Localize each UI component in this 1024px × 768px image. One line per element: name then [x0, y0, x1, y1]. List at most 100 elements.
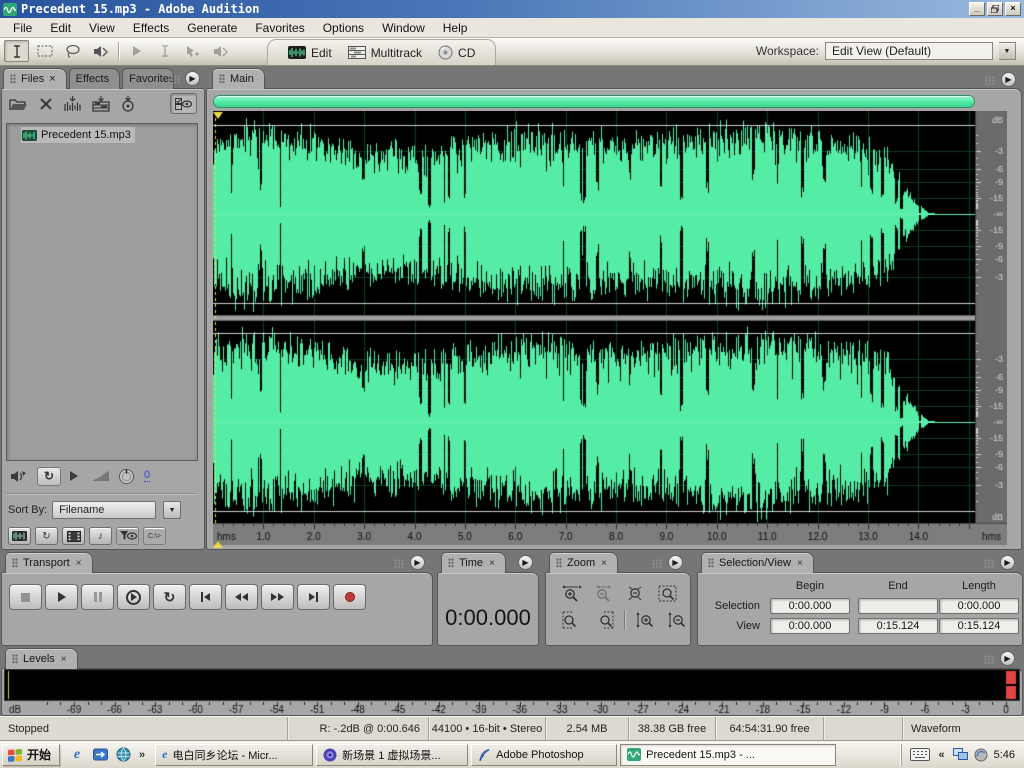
tab-files[interactable]: Files ×	[3, 68, 67, 89]
advanced-options-button[interactable]	[170, 93, 197, 114]
tab-zoom[interactable]: Zoom ×	[549, 552, 618, 573]
cd-view-button[interactable]: CD	[438, 45, 475, 60]
start-button[interactable]: 开始	[2, 744, 60, 766]
close-tab-icon[interactable]: ×	[489, 558, 495, 569]
volume-knob[interactable]	[118, 468, 135, 485]
insert-into-cd-button[interactable]	[121, 94, 135, 114]
play-looped-button[interactable]: ↻	[153, 584, 186, 610]
taskbar-window-scene[interactable]: 新场景 1 虚拟场景...	[316, 744, 468, 766]
edit-view-button[interactable]: Edit	[288, 46, 332, 60]
menu-view[interactable]: View	[80, 19, 124, 37]
play-from-cursor-button[interactable]	[117, 584, 150, 610]
close-tab-icon[interactable]: ×	[76, 558, 82, 569]
zoom-to-selection-right-button[interactable]	[592, 610, 616, 630]
hybrid-tool-button[interactable]	[4, 40, 29, 62]
close-tab-icon[interactable]: ×	[797, 558, 803, 569]
zoom-out-full-button[interactable]	[624, 584, 648, 604]
network-tray-icon[interactable]	[953, 748, 968, 761]
show-video-files-toggle[interactable]	[62, 527, 85, 545]
volume-tray-icon[interactable]	[974, 748, 988, 762]
overview-scroll-bar[interactable]	[213, 95, 975, 108]
quick-launch-2-icon[interactable]	[91, 746, 109, 764]
restore-button[interactable]	[987, 2, 1003, 16]
tab-time[interactable]: Time ×	[441, 552, 506, 573]
volume-value[interactable]: 0	[144, 470, 150, 482]
main-panel-menu-button[interactable]: ▶	[1001, 72, 1016, 87]
tab-transport[interactable]: Transport ×	[5, 552, 93, 573]
go-to-end-button[interactable]	[297, 584, 330, 610]
selection-view-menu-button[interactable]: ▶	[1000, 555, 1015, 570]
preview-play-button[interactable]	[70, 471, 78, 481]
tab-selection-view[interactable]: Selection/View ×	[701, 552, 814, 573]
sort-dropdown-icon[interactable]: ▼	[163, 501, 181, 519]
levels-meter[interactable]	[4, 669, 1020, 715]
tab-levels[interactable]: Levels ×	[5, 648, 78, 669]
loop-playback-button[interactable]: ↻	[37, 467, 61, 486]
scrub2-tool-button[interactable]	[208, 40, 233, 62]
zoom-in-horizontal-button[interactable]	[560, 584, 584, 604]
play-button[interactable]	[45, 584, 78, 610]
ime-keyboard-icon[interactable]	[910, 748, 930, 761]
file-list[interactable]: Precedent 15.mp3	[6, 123, 198, 461]
tray-collapse-icon[interactable]: «	[936, 749, 946, 761]
levels-menu-button[interactable]: ▶	[1000, 651, 1015, 666]
edit-tool-button[interactable]	[152, 40, 177, 62]
show-loop-files-toggle[interactable]: ↻	[35, 527, 58, 545]
quick-launch-3-icon[interactable]	[114, 746, 132, 764]
workspace-select[interactable]: Edit View (Default)	[825, 42, 993, 60]
zoom-in-vertical-button[interactable]	[633, 610, 657, 630]
autoplay-speaker-icon[interactable]	[10, 470, 28, 483]
menu-edit[interactable]: Edit	[41, 19, 80, 37]
quick-launch-overflow-icon[interactable]: »	[137, 749, 147, 761]
insert-into-multitrack-button[interactable]	[64, 94, 81, 114]
menu-options[interactable]: Options	[314, 19, 373, 37]
go-to-beginning-button[interactable]	[189, 584, 222, 610]
selection-length-field[interactable]: 0:00.000	[939, 598, 1019, 614]
menu-effects[interactable]: Effects	[124, 19, 178, 37]
time-menu-button[interactable]: ▶	[518, 555, 533, 570]
menu-help[interactable]: Help	[434, 19, 477, 37]
close-button[interactable]: ×	[1005, 2, 1021, 16]
menu-file[interactable]: File	[4, 19, 41, 37]
view-end-field[interactable]: 0:15.124	[858, 618, 938, 634]
multitrack-view-button[interactable]: Multitrack	[348, 46, 422, 60]
taskbar-window-audition[interactable]: Precedent 15.mp3 - ...	[620, 744, 836, 766]
view-length-field[interactable]: 0:15.124	[939, 618, 1019, 634]
pause-button[interactable]	[81, 584, 114, 610]
fast-forward-button[interactable]	[261, 584, 294, 610]
scrub-tool-button[interactable]	[88, 40, 113, 62]
taskbar-window-photoshop[interactable]: Adobe Photoshop	[471, 744, 617, 766]
file-list-item[interactable]: Precedent 15.mp3	[21, 127, 135, 143]
time-selection-tool-button[interactable]	[124, 40, 149, 62]
show-audio-files-toggle[interactable]	[8, 527, 31, 545]
zoom-out-vertical-button[interactable]	[665, 610, 689, 630]
record-button[interactable]	[333, 584, 366, 610]
lasso-tool-button[interactable]	[60, 40, 85, 62]
full-path-toggle[interactable]: C:\>	[143, 527, 166, 545]
stop-button[interactable]	[9, 584, 42, 610]
waveform-display[interactable]	[213, 111, 1007, 549]
workspace-dropdown-icon[interactable]: ▼	[999, 42, 1016, 60]
close-tab-icon[interactable]: ×	[601, 558, 607, 569]
insert-into-session-button[interactable]	[92, 94, 110, 114]
rewind-button[interactable]	[225, 584, 258, 610]
zoom-to-selection-button[interactable]	[656, 584, 680, 604]
zoom-to-selection-left-button[interactable]	[560, 610, 584, 630]
tab-favorites[interactable]: Favorites	[122, 68, 174, 89]
quick-launch-ie-icon[interactable]: e	[68, 746, 86, 764]
selection-end-field[interactable]	[858, 598, 938, 614]
tab-main[interactable]: Main	[212, 68, 265, 89]
move-tool-button[interactable]	[180, 40, 205, 62]
files-panel-menu-button[interactable]: ▶	[185, 71, 200, 86]
transport-menu-button[interactable]: ▶	[410, 555, 425, 570]
minimize-button[interactable]: _	[969, 2, 985, 16]
sort-by-select[interactable]: Filename	[52, 501, 156, 519]
zoom-out-horizontal-button[interactable]	[592, 584, 616, 604]
filter-options-toggle[interactable]	[116, 527, 139, 545]
taskbar-window-forum[interactable]: e 电白同乡论坛 - Micr...	[155, 744, 313, 766]
marquee-tool-button[interactable]	[32, 40, 57, 62]
menu-favorites[interactable]: Favorites	[246, 19, 313, 37]
show-midi-files-toggle[interactable]: ♪	[89, 527, 112, 545]
import-file-button[interactable]	[9, 94, 28, 114]
selection-begin-field[interactable]: 0:00.000	[770, 598, 850, 614]
